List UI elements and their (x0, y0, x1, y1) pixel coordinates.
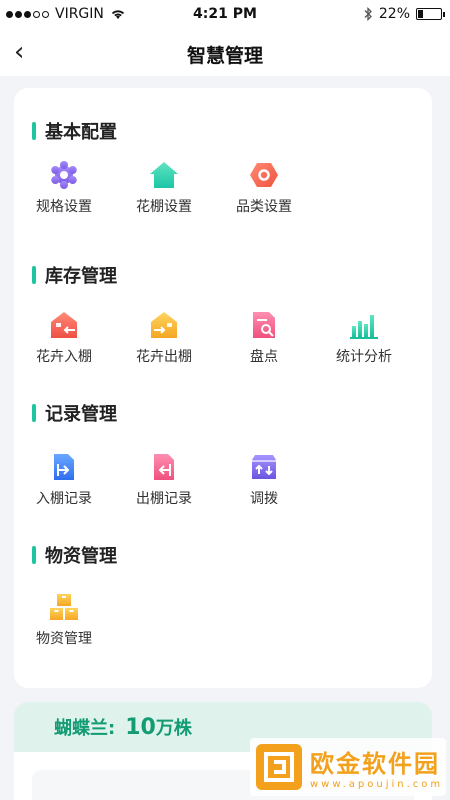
section-title-text: 基本配置 (45, 122, 117, 143)
watermark: 欧金软件园 www.apoujin.com (250, 738, 446, 796)
battery-percent: 22% (378, 6, 410, 22)
watermark-title: 欧金软件园 (310, 750, 440, 778)
grid-item-statistics[interactable]: 统计分析 (314, 310, 414, 366)
grid-item-flower-out[interactable]: 花卉出棚 (114, 310, 214, 366)
boxes-icon (50, 594, 78, 620)
status-right: 22% (363, 6, 445, 22)
grid-item-label: 花棚设置 (136, 199, 192, 215)
hexagon-icon (250, 163, 278, 187)
grid-item-label: 品类设置 (236, 199, 292, 215)
grid-item-out-records[interactable]: 出棚记录 (114, 452, 214, 508)
section-accent-bar (32, 266, 36, 284)
file-in-icon (54, 454, 74, 480)
grid-item-stocktake[interactable]: 盘点 (214, 310, 314, 366)
house-out-icon (151, 312, 177, 338)
grid-item-materials[interactable]: 物资管理 (14, 592, 114, 648)
section-title-basic: 基本配置 (32, 118, 117, 144)
grid-item-greenhouse-settings[interactable]: 花棚设置 (114, 160, 214, 216)
greenhouse-icon (150, 162, 178, 188)
watermark-url: www.apoujin.com (310, 779, 444, 790)
grid-item-label: 统计分析 (336, 349, 392, 365)
grid-item-spec-settings[interactable]: 规格设置 (14, 160, 114, 216)
stats-unit: 万株 (155, 718, 192, 739)
section-accent-bar (32, 404, 36, 422)
section-title-text: 库存管理 (45, 266, 117, 287)
gear-icon (51, 161, 77, 189)
watermark-text: 欧金软件园 www.apoujin.com (310, 744, 443, 790)
house-in-icon (51, 312, 77, 338)
grid-item-label: 花卉入棚 (36, 349, 92, 365)
grid-item-flower-in[interactable]: 花卉入棚 (14, 310, 114, 366)
grid-item-label: 物资管理 (36, 631, 92, 647)
grid-item-transfer[interactable]: 调拨 (214, 452, 314, 508)
section-title-text: 记录管理 (45, 404, 117, 425)
grid-item-label: 花卉出棚 (136, 349, 192, 365)
section-accent-bar (32, 122, 36, 140)
section-accent-bar (32, 546, 36, 564)
grid-item-label: 盘点 (250, 349, 278, 365)
bar-chart-icon (350, 315, 378, 339)
watermark-logo-icon (256, 744, 302, 790)
grid-item-label: 规格设置 (36, 199, 92, 215)
battery-icon (416, 8, 445, 20)
doc-search-icon (253, 312, 275, 338)
page-title: 智慧管理 (186, 45, 263, 67)
status-bar: VIRGIN 4:21 PM 22% (0, 0, 450, 30)
section-title-inventory: 库存管理 (32, 262, 117, 288)
bluetooth-icon (364, 7, 372, 21)
stats-value: 10 (125, 714, 156, 740)
nav-bar: ‹ 智慧管理 (0, 30, 450, 76)
battery-fill (418, 10, 423, 18)
section-title-materials: 物资管理 (32, 542, 117, 568)
section-title-text: 物资管理 (45, 546, 117, 567)
grid-item-label: 出棚记录 (136, 491, 192, 507)
section-title-records: 记录管理 (32, 400, 117, 426)
grid-item-category-settings[interactable]: 品类设置 (214, 160, 314, 216)
stats-name: 蝴蝶兰: (54, 718, 116, 739)
transfer-box-icon (252, 455, 276, 479)
grid-item-label: 调拨 (250, 491, 278, 507)
grid-item-label: 入棚记录 (36, 491, 92, 507)
file-out-icon (154, 454, 174, 480)
management-card: 基本配置 规格设置 花棚设置 品类设置 库存管理 花卉入棚 花卉出棚 盘点 统计… (14, 88, 432, 688)
grid-item-in-records[interactable]: 入棚记录 (14, 452, 114, 508)
